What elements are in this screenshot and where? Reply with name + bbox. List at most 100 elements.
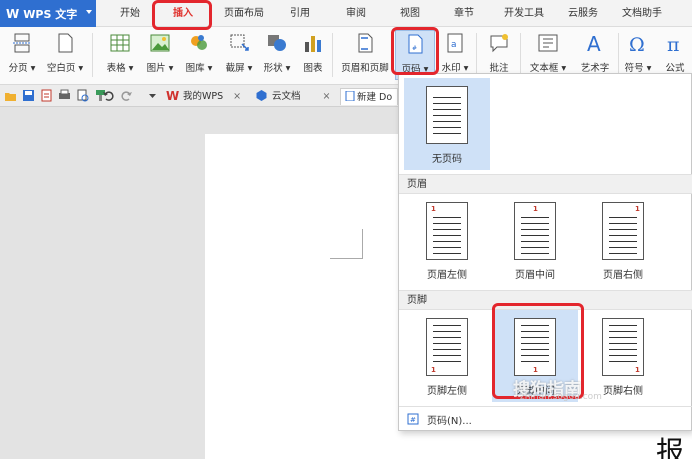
page-break-button[interactable]: 分页 ▾ bbox=[4, 30, 40, 80]
ribbon-separator bbox=[92, 33, 93, 77]
tab-doc-assistant[interactable]: 文档助手 bbox=[614, 0, 670, 27]
page-thumbnail: 1 bbox=[602, 202, 644, 260]
chevron-down-icon bbox=[86, 10, 92, 14]
table-button[interactable]: 表格 ▾ bbox=[100, 30, 140, 80]
page-number-marker: 1 bbox=[533, 366, 538, 374]
header-footer-button[interactable]: 页眉和页脚 bbox=[338, 30, 392, 80]
close-icon[interactable]: × bbox=[323, 91, 331, 102]
page-number-icon: # bbox=[408, 34, 423, 54]
picture-button[interactable]: 图片 ▾ bbox=[142, 30, 178, 80]
page-thumbnail: 1 bbox=[426, 318, 468, 376]
tab-chapter[interactable]: 章节 bbox=[444, 0, 484, 27]
page-number-marker: 1 bbox=[533, 205, 538, 213]
table-label: 表格 ▾ bbox=[106, 63, 134, 74]
open-folder-icon[interactable] bbox=[4, 89, 17, 102]
header-right-label: 页眉右侧 bbox=[603, 270, 643, 281]
shape-label: 形状 ▾ bbox=[263, 63, 291, 74]
chart-button[interactable]: 图表 bbox=[298, 30, 328, 80]
tab-developer[interactable]: 开发工具 bbox=[496, 0, 552, 27]
app-menu-button[interactable]: W WPS 文字 bbox=[0, 0, 96, 27]
tab-view[interactable]: 视图 bbox=[390, 0, 430, 27]
print-icon[interactable] bbox=[58, 89, 71, 102]
page-margin-marker bbox=[330, 229, 363, 259]
footer-right-option[interactable]: 1 页脚右侧 bbox=[580, 310, 666, 402]
undo-icon[interactable] bbox=[102, 89, 115, 102]
header-left-option[interactable]: 1 页眉左侧 bbox=[404, 194, 490, 286]
tab-my-wps-label: 我的WPS bbox=[183, 91, 224, 102]
document-trailing-text: 报 bbox=[656, 435, 685, 459]
symbol-label: 符号 ▾ bbox=[624, 63, 652, 74]
svg-text:W: W bbox=[166, 89, 179, 102]
ribbon-separator bbox=[476, 33, 477, 77]
title-bar: W WPS 文字 开始 插入 页面布局 引用 审阅 视图 章节 开发工具 云服务… bbox=[0, 0, 692, 27]
svg-text:a: a bbox=[451, 40, 457, 50]
picture-icon bbox=[150, 34, 170, 52]
textbox-label: 文本框 ▾ bbox=[529, 63, 567, 74]
tab-my-wps[interactable]: 我的WPS × bbox=[183, 88, 241, 105]
watermark-label: 水印 ▾ bbox=[441, 63, 469, 74]
header-footer-icon bbox=[358, 33, 373, 53]
screenshot-label: 截屏 ▾ bbox=[225, 63, 253, 74]
page-number-marker: 1 bbox=[635, 205, 640, 213]
footer-left-option[interactable]: 1 页脚左侧 bbox=[404, 310, 490, 402]
footer-left-label: 页脚左侧 bbox=[427, 386, 467, 397]
header-right-option[interactable]: 1 页眉右侧 bbox=[580, 194, 666, 286]
comment-label: 批注 bbox=[489, 63, 509, 74]
tab-references[interactable]: 引用 bbox=[280, 0, 320, 27]
tab-review[interactable]: 审阅 bbox=[336, 0, 376, 27]
page-thumbnail bbox=[426, 86, 468, 144]
tab-new-document[interactable]: 新建 Do bbox=[340, 88, 398, 105]
page-thumbnail: 1 bbox=[514, 202, 556, 260]
close-icon[interactable]: × bbox=[233, 91, 241, 102]
page-number-marker: 1 bbox=[431, 205, 436, 213]
header-section-title: 页眉 bbox=[399, 174, 692, 194]
svg-text:#: # bbox=[412, 45, 417, 52]
page-number-settings-label: 页码(N)... bbox=[427, 416, 472, 427]
no-page-number-label: 无页码 bbox=[432, 154, 462, 165]
gallery-button[interactable]: 图库 ▾ bbox=[180, 30, 218, 80]
no-page-number-option[interactable]: 无页码 bbox=[404, 78, 490, 170]
page-number-marker: 1 bbox=[431, 366, 436, 374]
screenshot-button[interactable]: 截屏 ▾ bbox=[220, 30, 258, 80]
cloud-doc-icon bbox=[256, 90, 267, 101]
page-number-settings-icon: # bbox=[407, 413, 419, 425]
omega-icon: Ω bbox=[629, 34, 645, 54]
blank-page-label: 空白页 ▾ bbox=[46, 63, 84, 74]
page-break-label: 分页 ▾ bbox=[8, 63, 36, 74]
shape-icon bbox=[268, 35, 286, 51]
page-thumbnail: 1 bbox=[426, 202, 468, 260]
shape-button[interactable]: 形状 ▾ bbox=[258, 30, 296, 80]
tab-home[interactable]: 开始 bbox=[108, 0, 152, 27]
gallery-icon bbox=[191, 35, 207, 50]
svg-text:A: A bbox=[587, 32, 601, 54]
header-center-label: 页眉中间 bbox=[515, 270, 555, 281]
save-icon[interactable] bbox=[22, 89, 35, 102]
blank-page-button[interactable]: 空白页 ▾ bbox=[42, 30, 88, 80]
export-pdf-icon[interactable] bbox=[40, 89, 53, 102]
tab-page-layout[interactable]: 页面布局 bbox=[218, 0, 270, 27]
svg-text:#: # bbox=[410, 416, 416, 424]
pi-icon: π bbox=[667, 34, 680, 54]
print-preview-icon[interactable] bbox=[76, 89, 89, 102]
page-thumbnail: 1 bbox=[602, 318, 644, 376]
header-left-label: 页眉左侧 bbox=[427, 270, 467, 281]
redo-icon[interactable] bbox=[120, 89, 133, 102]
chart-label: 图表 bbox=[303, 63, 323, 74]
blank-page-icon bbox=[58, 33, 73, 53]
textbox-icon bbox=[538, 34, 558, 52]
wordart-label: 艺术字 bbox=[580, 63, 610, 74]
footer-section-title: 页脚 bbox=[399, 290, 692, 310]
tab-cloud-docs[interactable]: 云文档 × bbox=[272, 88, 330, 105]
tab-insert[interactable]: 插入 bbox=[156, 0, 210, 27]
tab-cloud-service[interactable]: 云服务 bbox=[560, 0, 606, 27]
page-thumbnail: 1 bbox=[514, 318, 556, 376]
chevron-down-icon[interactable] bbox=[146, 89, 159, 102]
wps-logo-icon: W bbox=[6, 6, 20, 21]
header-center-option[interactable]: 1 页眉中间 bbox=[492, 194, 578, 286]
wordart-icon: A bbox=[587, 32, 601, 54]
watermark-url: zhinan.sogou.com bbox=[520, 392, 602, 402]
app-name: WPS 文字 bbox=[23, 7, 78, 21]
formula-label: 公式 bbox=[665, 63, 685, 74]
page-number-settings-item[interactable]: # 页码(N)... bbox=[399, 406, 692, 430]
page-break-icon bbox=[13, 33, 31, 53]
